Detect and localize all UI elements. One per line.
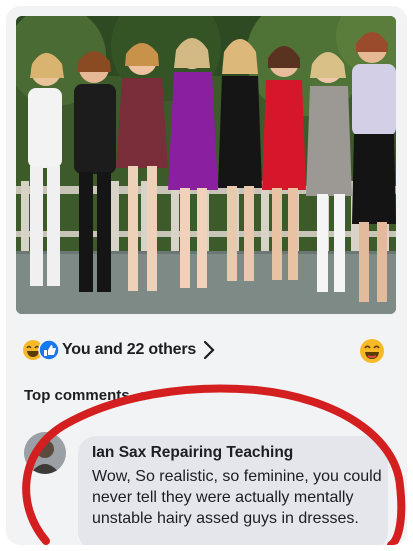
comment-author[interactable]: Ian Sax Repairing Teaching	[92, 444, 293, 462]
reactions-bar[interactable]: You and 22 others	[6, 328, 407, 374]
comment-sort-dropdown[interactable]: Top comments	[24, 387, 152, 404]
post-card: You and 22 others Top comments Ian Sax R…	[6, 6, 407, 545]
comment-text: Wow, So realistic, so feminine, you coul…	[92, 468, 382, 527]
reactions-summary[interactable]: You and 22 others	[62, 341, 196, 359]
avatar[interactable]	[24, 432, 66, 474]
comment-bubble: Ian Sax Repairing Teaching Wow, So reali…	[78, 436, 388, 545]
reaction-icons	[23, 339, 60, 361]
chevron-right-icon[interactable]	[202, 339, 216, 361]
like-icon	[38, 339, 60, 361]
post-photo[interactable]	[16, 16, 396, 314]
haha-icon[interactable]	[359, 338, 385, 364]
profile-photo	[24, 432, 66, 474]
group-photo-image	[16, 16, 396, 314]
chevron-down-icon	[140, 392, 151, 400]
comment-sort-label: Top comments	[24, 387, 130, 404]
